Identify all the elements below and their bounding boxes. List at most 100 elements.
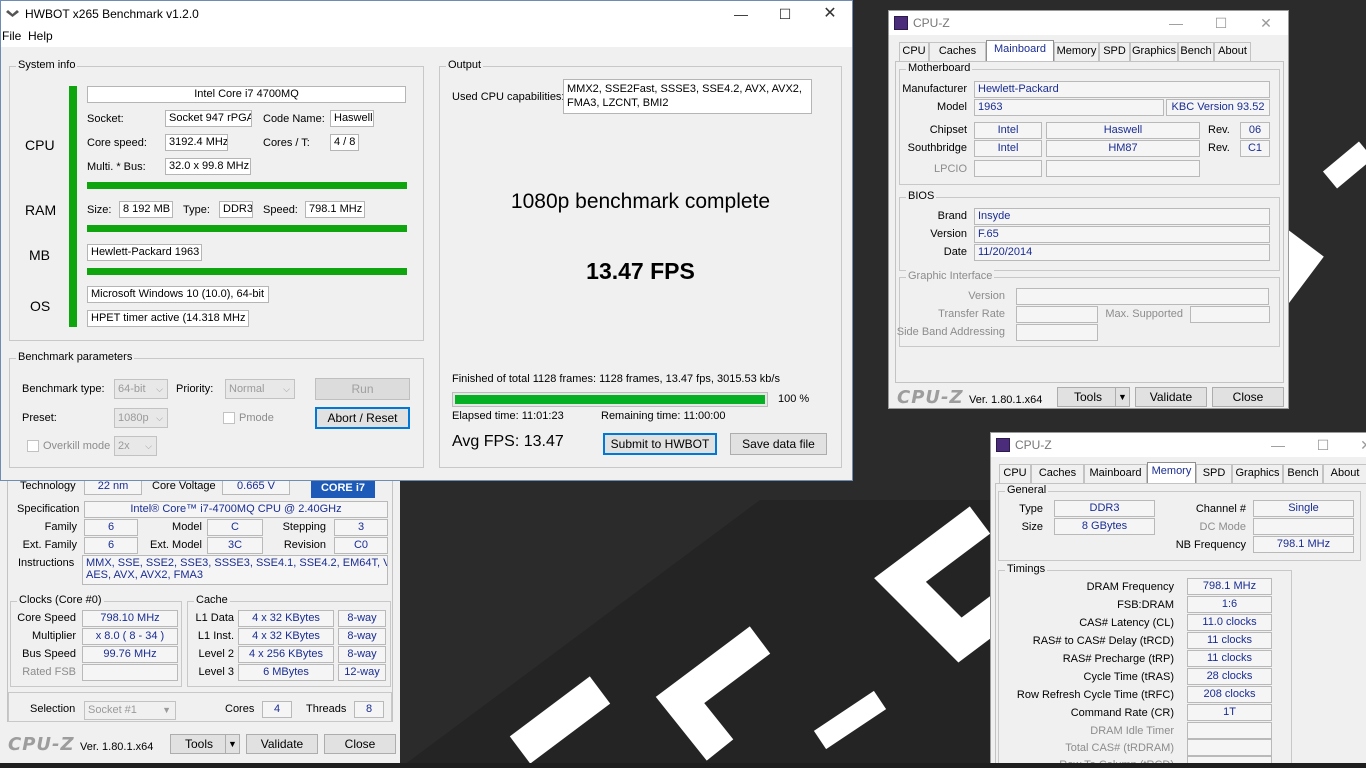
- tools-button[interactable]: Tools ▼: [170, 734, 240, 754]
- overkill-checkbox[interactable]: [27, 440, 39, 452]
- tab-bench[interactable]: Bench: [1178, 42, 1214, 61]
- overkill-label: Overkill mode: [43, 440, 111, 452]
- tab-spd[interactable]: SPD: [1196, 464, 1232, 483]
- tab-mainboard[interactable]: Mainboard: [986, 40, 1054, 61]
- tab-caches[interactable]: Caches: [929, 42, 986, 61]
- tab-mainboard[interactable]: Mainboard: [1084, 464, 1147, 483]
- menu-help[interactable]: Help: [28, 29, 53, 43]
- selection-value: Socket #1: [88, 704, 137, 716]
- selection-dropdown[interactable]: Socket #1 ▼: [84, 701, 176, 720]
- busspeed-value: 99.76 MHz: [82, 646, 178, 663]
- tab-graphics[interactable]: Graphics: [1232, 464, 1283, 483]
- cpu-section-label: CPU: [25, 137, 55, 153]
- close-icon[interactable]: ✕: [820, 4, 840, 24]
- tab-spd[interactable]: SPD: [1099, 42, 1130, 61]
- close-button[interactable]: Close: [324, 734, 396, 754]
- cpuz-version: Ver. 1.80.1.x64: [969, 394, 1043, 406]
- overkill-dropdown[interactable]: 2x ⌵: [114, 436, 157, 456]
- tab-cpu[interactable]: CPU: [899, 42, 929, 61]
- avg-fps: Avg FPS: 13.47: [452, 433, 564, 450]
- chevron-down-icon: ▼: [162, 705, 171, 715]
- idle-timer-value: [1187, 722, 1272, 739]
- run-button[interactable]: Run: [315, 378, 410, 400]
- multiplier-value: x 8.0 ( 8 - 34 ): [82, 628, 178, 645]
- submit-hwbot-button[interactable]: Submit to HWBOT: [603, 433, 717, 455]
- stepping-value: 3: [334, 519, 388, 536]
- pmode-checkbox[interactable]: [223, 412, 235, 424]
- tools-button[interactable]: Tools ▼: [1057, 387, 1130, 407]
- close-icon[interactable]: ✕: [1356, 435, 1366, 455]
- southbridge-vendor: Intel: [974, 140, 1042, 157]
- mb-field: Hewlett-Packard 1963: [87, 244, 202, 261]
- date-label: Date: [943, 246, 967, 258]
- tab-caches[interactable]: Caches: [1031, 464, 1084, 483]
- cpuz-mem-titlebar: CPU-Z — ☐ ✕: [991, 433, 1366, 457]
- benchmark-type-dropdown[interactable]: 64-bit ⌵: [114, 379, 168, 399]
- ram-section-label: RAM: [25, 202, 57, 218]
- hwbot-titlebar: HWBOT x265 Benchmark v1.2.0 — ☐ ✕: [1, 1, 852, 27]
- validate-button[interactable]: Validate: [1135, 387, 1207, 407]
- tab-graphics[interactable]: Graphics: [1130, 42, 1178, 61]
- menu-file[interactable]: File: [2, 29, 21, 43]
- finished-summary: Finished of total 1128 frames: 1128 fram…: [452, 373, 780, 385]
- minimize-icon[interactable]: —: [731, 4, 751, 24]
- minimize-icon[interactable]: —: [1268, 435, 1288, 455]
- cpuz-cpu-window: Technology 22 nm Core Voltage 0.665 V CO…: [0, 470, 400, 768]
- minimize-icon[interactable]: —: [1166, 13, 1186, 33]
- os-section-label: OS: [30, 298, 51, 314]
- priority-label: Priority:: [176, 383, 214, 395]
- manufacturer-label: Manufacturer: [902, 83, 967, 95]
- chevron-down-icon: ⌵: [156, 384, 163, 394]
- tab-cpu[interactable]: CPU: [999, 464, 1031, 483]
- l1i-label: L1 Inst.: [197, 630, 234, 642]
- tools-dropdown-icon[interactable]: ▼: [1115, 388, 1129, 406]
- tab-memory[interactable]: Memory: [1054, 42, 1099, 61]
- l3-label: Level 3: [198, 666, 234, 678]
- chevron-down-icon: ⌵: [145, 441, 152, 451]
- l1i-value: 4 x 32 KBytes: [238, 628, 334, 645]
- maximize-icon[interactable]: ☐: [1313, 435, 1333, 455]
- close-icon[interactable]: ✕: [1256, 13, 1276, 33]
- close-button[interactable]: Close: [1212, 387, 1284, 407]
- model-label: Model: [937, 101, 967, 113]
- tools-dropdown-icon[interactable]: ▼: [225, 735, 239, 753]
- timing-value: 1:6: [1187, 596, 1272, 613]
- tab-about[interactable]: About: [1214, 42, 1251, 61]
- preset-dropdown[interactable]: 1080p ⌵: [114, 408, 168, 428]
- maximize-icon[interactable]: ☐: [1211, 13, 1231, 33]
- validate-button[interactable]: Validate: [246, 734, 318, 754]
- save-data-button[interactable]: Save data file: [730, 433, 827, 455]
- abort-reset-button[interactable]: Abort / Reset: [315, 407, 410, 429]
- cores-value: 4: [262, 701, 292, 718]
- l2-label: Level 2: [198, 648, 234, 660]
- tab-bench[interactable]: Bench: [1283, 464, 1323, 483]
- cache-group-title: Cache: [194, 594, 230, 606]
- multiplier-label: Multiplier: [31, 630, 76, 642]
- maximize-icon[interactable]: ☐: [775, 4, 795, 24]
- priority-dropdown[interactable]: Normal ⌵: [225, 379, 295, 399]
- multi-bus-label: Multi. * Bus:: [87, 161, 146, 173]
- date-value: 11/20/2014: [974, 244, 1270, 261]
- hwbot-title: HWBOT x265 Benchmark v1.2.0: [25, 7, 199, 21]
- tab-about[interactable]: About: [1323, 464, 1366, 483]
- remaining-time: Remaining time: 11:00:00: [601, 410, 726, 422]
- ram-type-label: Type:: [183, 204, 210, 216]
- cpu-name-field: Intel Core i7 4700MQ: [87, 86, 406, 103]
- motherboard-group-title: Motherboard: [906, 62, 973, 74]
- dcmode-label: DC Mode: [1199, 521, 1246, 533]
- preset-value: 1080p: [118, 412, 149, 424]
- benchmark-type-value: 64-bit: [118, 383, 146, 395]
- spec-value: Intel® Core™ i7-4700MQ CPU @ 2.40GHz: [84, 501, 388, 518]
- busspeed-label: Bus Speed: [22, 648, 76, 660]
- cpuz-mem-title: CPU-Z: [1015, 438, 1052, 452]
- gi-max-value: [1190, 306, 1270, 323]
- instructions-label: Instructions: [18, 557, 75, 569]
- cpu-capabilities-line-2: FMA3, LZCNT, BMI2: [567, 97, 669, 109]
- chipset-vendor: Intel: [974, 122, 1042, 139]
- cpuz-mainboard-window: CPU-Z — ☐ ✕ CPU Caches Mainboard Memory …: [888, 10, 1289, 409]
- cpu-capabilities-label: Used CPU capabilities:: [452, 91, 565, 103]
- tab-memory[interactable]: Memory: [1147, 462, 1196, 483]
- gi-max-label: Max. Supported: [1105, 308, 1183, 320]
- l2-way: 8-way: [338, 646, 386, 663]
- hwbot-menubar: File Help: [1, 27, 852, 47]
